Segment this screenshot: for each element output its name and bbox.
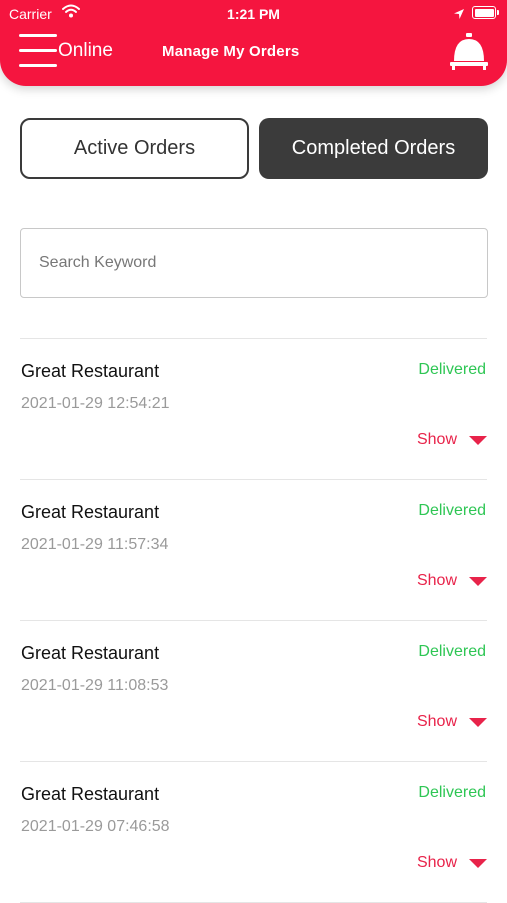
service-bell-icon[interactable]	[448, 31, 490, 71]
page-title: Manage My Orders	[162, 43, 300, 60]
search-input[interactable]	[20, 228, 488, 298]
restaurant-name: Great Restaurant	[21, 784, 160, 804]
battery-icon	[472, 6, 496, 19]
show-label: Show	[416, 713, 457, 730]
restaurant-name: Great Restaurant	[21, 502, 160, 522]
menu-button[interactable]	[19, 34, 57, 68]
order-status: Delivered	[418, 361, 486, 378]
show-label: Show	[416, 572, 457, 589]
order-item: Great Restaurant 2021-01-29 12:54:21 Del…	[20, 338, 487, 479]
show-details-button[interactable]: Show	[417, 431, 487, 449]
order-status: Delivered	[418, 502, 486, 519]
tab-active-orders[interactable]: Active Orders	[20, 118, 249, 179]
app-header: Carrier 1:21 PM Online Manage My Orders	[0, 0, 507, 86]
tab-completed-orders[interactable]: Completed Orders	[259, 118, 488, 179]
order-datetime: 2021-01-29 11:08:53	[21, 677, 169, 694]
location-arrow-icon	[453, 7, 465, 25]
status-bar: Carrier 1:21 PM	[0, 0, 507, 28]
caret-down-icon	[469, 717, 487, 727]
caret-down-icon	[469, 435, 487, 445]
show-details-button[interactable]: Show	[417, 854, 487, 872]
order-item: Great Restaurant 2021-01-29 11:08:53 Del…	[20, 620, 487, 761]
battery-tip	[497, 10, 499, 15]
caret-down-icon	[469, 576, 487, 586]
order-status: Delivered	[418, 784, 486, 801]
restaurant-name: Great Restaurant	[21, 361, 160, 381]
order-item: Great Restaurant 2021-01-29 11:57:34 Del…	[20, 479, 487, 620]
order-datetime: 2021-01-29 11:57:34	[21, 536, 169, 553]
order-item: Great Restaurant 2021-01-29 07:46:58 Del…	[20, 761, 487, 903]
caret-down-icon	[469, 858, 487, 868]
order-status: Delivered	[418, 643, 486, 660]
online-status-label: Online	[58, 40, 113, 61]
show-label: Show	[416, 431, 457, 448]
status-time: 1:21 PM	[227, 6, 280, 22]
order-datetime: 2021-01-29 07:46:58	[21, 818, 170, 835]
show-details-button[interactable]: Show	[417, 713, 487, 731]
show-label: Show	[416, 854, 457, 871]
show-details-button[interactable]: Show	[417, 572, 487, 590]
orders-list: Great Restaurant 2021-01-29 12:54:21 Del…	[0, 338, 507, 903]
restaurant-name: Great Restaurant	[21, 643, 160, 663]
order-datetime: 2021-01-29 12:54:21	[21, 395, 170, 412]
